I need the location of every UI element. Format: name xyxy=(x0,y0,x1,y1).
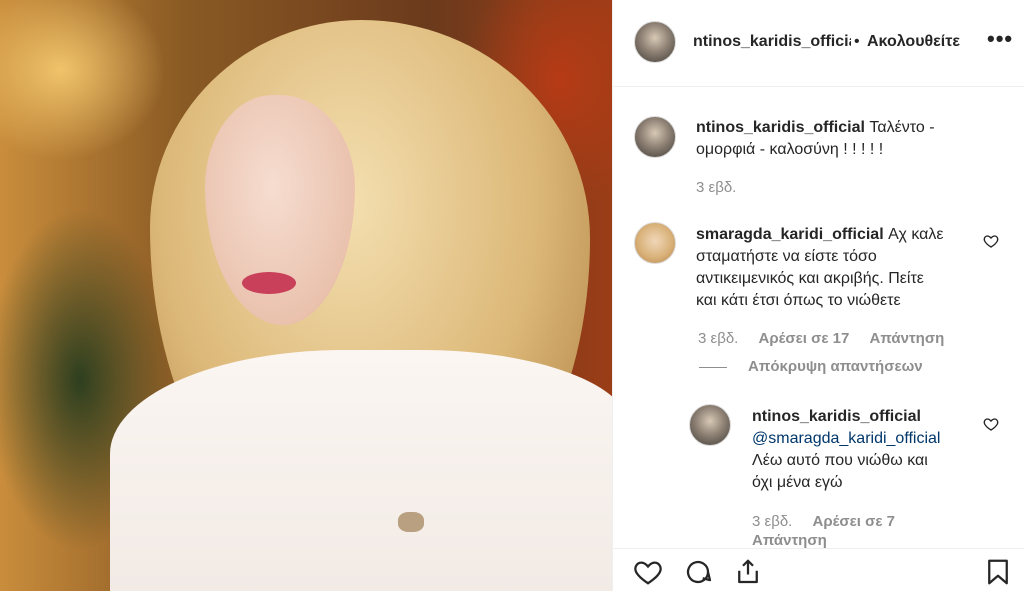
reply-1-meta: 3 εβδ. Αρέσει σε 7 xyxy=(752,513,911,530)
reply-1-username[interactable]: ntinos_karidis_official xyxy=(752,408,921,425)
post-action-bar xyxy=(613,548,1024,592)
comment-1-avatar[interactable] xyxy=(634,116,676,158)
comment-1-time[interactable]: 3 εβδ. xyxy=(696,179,736,196)
comment-2-meta: 3 εβδ. Αρέσει σε 17 Απάντηση xyxy=(698,330,960,347)
reply-1-heart-icon[interactable] xyxy=(983,416,999,432)
comment-2-time[interactable]: 3 εβδ. xyxy=(698,330,738,347)
heart-icon[interactable] xyxy=(633,557,663,587)
comment-2-text-line1: Αχ καλε xyxy=(888,226,944,243)
comment-2: smaragda_karidi_official Αχ καλε σταματή… xyxy=(696,224,986,312)
reply-1-reply-button[interactable]: Απάντηση xyxy=(752,532,827,549)
photo-pendant xyxy=(398,512,424,532)
comment-2-avatar[interactable] xyxy=(634,222,676,264)
reply-1: ntinos_karidis_official @smaragda_karidi… xyxy=(752,406,982,494)
author-avatar[interactable] xyxy=(634,21,676,63)
reply-1-time[interactable]: 3 εβδ. xyxy=(752,513,792,530)
comment-2-heart-icon[interactable] xyxy=(983,233,999,249)
comment-1-meta: 3 εβδ. xyxy=(696,179,752,196)
comment-2-text-line3: αντικειμενικός και ακριβής. Πείτε xyxy=(696,270,924,287)
hide-replies-button[interactable]: Απόκρυψη απαντήσεων xyxy=(748,358,923,375)
share-icon[interactable] xyxy=(733,557,763,587)
comment-2-reply-button[interactable]: Απάντηση xyxy=(870,330,945,347)
author-username[interactable]: ntinos_karidis_official xyxy=(693,33,851,51)
reply-1-likes[interactable]: Αρέσει σε 7 xyxy=(813,513,896,530)
reply-1-mention[interactable]: @smaragda_karidi_official xyxy=(752,430,940,447)
comment-2-likes[interactable]: Αρέσει σε 17 xyxy=(759,330,850,347)
photo-blouse xyxy=(110,350,612,591)
reply-1-text-line1: Λέω αυτό που νιώθω και xyxy=(752,452,928,469)
post-side-panel: ntinos_karidis_official • Ακολουθείτε ••… xyxy=(612,0,1024,591)
photo-lips xyxy=(242,272,296,294)
header-separator: • xyxy=(854,33,860,50)
comment-2-text-line4: και κάτι έτσι όπως το νιώθετε xyxy=(696,292,901,309)
comment-2-username[interactable]: smaragda_karidi_official xyxy=(696,226,884,243)
post-photo[interactable] xyxy=(0,0,612,591)
comment-1-text-line1: Ταλέντο - xyxy=(869,119,935,136)
comment-1-text-line2: ομορφιά - καλοσύνη ! ! ! ! ! xyxy=(696,141,884,158)
more-options-icon[interactable]: ••• xyxy=(987,26,1013,52)
comment-2-text-line2: σταματήστε να είστε τόσο xyxy=(696,248,877,265)
comment-icon[interactable] xyxy=(683,557,713,587)
reply-1-text-line2: όχι μένα εγώ xyxy=(752,474,843,491)
following-button[interactable]: Ακολουθείτε xyxy=(867,33,960,51)
reply-1-avatar[interactable] xyxy=(689,404,731,446)
comment-1-username[interactable]: ntinos_karidis_official xyxy=(696,119,865,136)
comment-1: ntinos_karidis_official Ταλέντο - ομορφι… xyxy=(696,117,1006,161)
post-header: ntinos_karidis_official • Ακολουθείτε ••… xyxy=(613,0,1024,87)
bookmark-icon[interactable] xyxy=(983,557,1013,587)
replies-divider xyxy=(699,367,727,368)
reply-1-meta-2: Απάντηση xyxy=(752,532,843,549)
